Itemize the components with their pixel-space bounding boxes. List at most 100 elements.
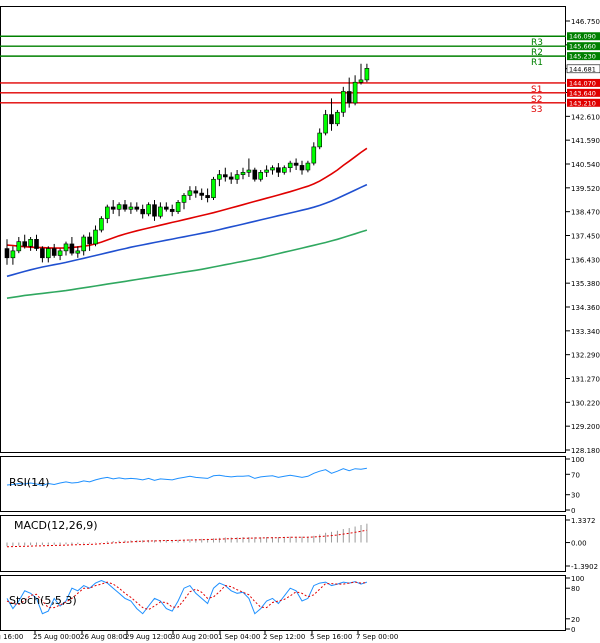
candle: [146, 202, 151, 217]
macd-tick-label: -1.3902: [571, 563, 598, 571]
rsi-label: RSI(14): [9, 476, 49, 489]
macd-tick-label: 1.3372: [571, 517, 596, 525]
macd-tick-label: 0.00: [571, 540, 587, 548]
candle-body-bull: [317, 132, 323, 148]
stoch-tick-label: 100: [571, 575, 584, 583]
time-tick-label: 1 Sep 04:00: [218, 633, 260, 641]
pivot-level-value: 145.230: [569, 53, 596, 61]
rsi-tick-label: 30: [571, 492, 580, 500]
candle-body-bull: [240, 172, 246, 175]
pivot-level-value: 144.070: [569, 79, 596, 87]
candle-body-bear: [51, 248, 57, 256]
candle-body-bull: [264, 169, 269, 173]
rsi-tick-label: 0: [571, 507, 575, 515]
candle-body-bull: [116, 204, 122, 210]
price-tick-label: 138.470: [571, 209, 600, 217]
candle-body-bear: [164, 206, 169, 210]
pivot-level-name: R1: [531, 58, 543, 68]
candle-body-bear: [199, 192, 204, 196]
price-tick-label: 131.270: [571, 376, 600, 384]
candle-body-bull: [81, 236, 86, 252]
time-tick-label: 29 Aug 12:00: [125, 633, 172, 641]
time-tick-label: 2 Sep 12:00: [263, 633, 305, 641]
price-tick-label: 130.220: [571, 399, 600, 407]
candle-body-bear: [205, 195, 210, 199]
stoch-pane: Stoch(5,5,3): [0, 575, 566, 631]
candle-body-bull: [105, 206, 110, 219]
stoch-label: Stoch(5,5,3): [9, 594, 77, 607]
candle-body-bull: [234, 174, 240, 180]
price-tick-label: 128.180: [571, 447, 600, 455]
rsi-tick-label: 70: [571, 471, 580, 479]
candle-body-bear: [122, 204, 128, 210]
price-tick-label: 146.750: [571, 18, 600, 26]
time-tick-label: 5 Sep 16:00: [310, 633, 352, 641]
candle: [175, 200, 181, 214]
pivot-level-value: 143.210: [569, 99, 596, 107]
candle: [99, 216, 104, 233]
time-tick-label: 7 Sep 00:00: [356, 633, 398, 641]
pivot-level-value: 143.640: [569, 89, 596, 97]
pane-frame: [0, 575, 566, 631]
pivot-level-value: 145.660: [569, 43, 596, 51]
candle-body-bull: [364, 68, 370, 81]
trading-chart: R3R2R1S1S2S3 RSI(14) MACD(12,26,9) Stoch…: [0, 0, 600, 643]
candle-body-bear: [276, 167, 281, 173]
candle-body-bull: [305, 162, 311, 171]
candle-body-bear: [152, 204, 157, 217]
price-tick-label: 140.540: [571, 161, 600, 169]
candle-body-bull: [246, 169, 252, 173]
price-tick-label: 134.360: [571, 304, 600, 312]
macd-label: MACD(12,26,9): [14, 519, 98, 532]
candle-body-bear: [87, 236, 92, 245]
rsi-pane: RSI(14): [0, 456, 566, 512]
candle-body-bear: [346, 91, 352, 104]
price-tick-label: 132.290: [571, 352, 600, 360]
price-tick-label: 135.380: [571, 280, 600, 288]
candle-body-bull: [352, 81, 358, 104]
time-tick-label: ug 16:00: [0, 633, 23, 641]
stoch-tick-label: 80: [571, 585, 580, 593]
candle: [252, 167, 258, 182]
candle: [335, 109, 340, 127]
time-tick-label: 25 Aug 00:00: [33, 633, 80, 641]
candle: [211, 176, 216, 201]
price-tick-label: 133.340: [571, 328, 600, 336]
pane-frame: [0, 6, 566, 453]
candle-body-bear: [223, 174, 228, 178]
price-tick-label: 129.200: [571, 423, 600, 431]
candle-body-bull: [175, 202, 181, 212]
candle-body-bull: [45, 248, 51, 259]
current-price-value: 144.681: [569, 65, 596, 73]
candle-body-bull: [323, 114, 328, 134]
price-tick-label: 142.610: [571, 113, 600, 121]
candle-body-bear: [22, 241, 28, 247]
candle-body-bear: [169, 208, 175, 212]
candle-body-bull: [158, 206, 163, 217]
candle-body-bear: [228, 176, 234, 180]
candle-body-bull: [75, 250, 81, 254]
candle-body-bull: [258, 172, 264, 180]
rsi-tick-label: 100: [571, 456, 584, 464]
stoch-tick-label: 20: [571, 616, 580, 624]
stoch-tick-label: 0: [571, 626, 575, 634]
time-tick-label: 26 Aug 08:00: [80, 633, 127, 641]
pane-frame: [0, 456, 566, 512]
candle-body-bear: [252, 169, 258, 180]
pivot-level-value: 146.090: [569, 33, 596, 41]
candle-body-bull: [281, 167, 287, 173]
macd-pane: MACD(12,26,9): [0, 515, 566, 572]
candle-body-bull: [93, 229, 98, 245]
candle-body-bull: [181, 195, 187, 203]
candle-body-bull: [10, 250, 16, 259]
price-pane: R3R2R1S1S2S3: [0, 6, 566, 453]
time-tick-label: 30 Aug 20:00: [171, 633, 218, 641]
candle-body-bull: [311, 146, 317, 164]
candle-body-bull: [340, 91, 346, 113]
candle-body-bull: [57, 250, 63, 256]
candle-body-bear: [69, 243, 75, 254]
candle-body-bear: [299, 165, 305, 171]
candle-body-bear: [34, 239, 39, 249]
candle-body-bull: [128, 206, 134, 210]
candle-body-bull: [63, 243, 69, 252]
